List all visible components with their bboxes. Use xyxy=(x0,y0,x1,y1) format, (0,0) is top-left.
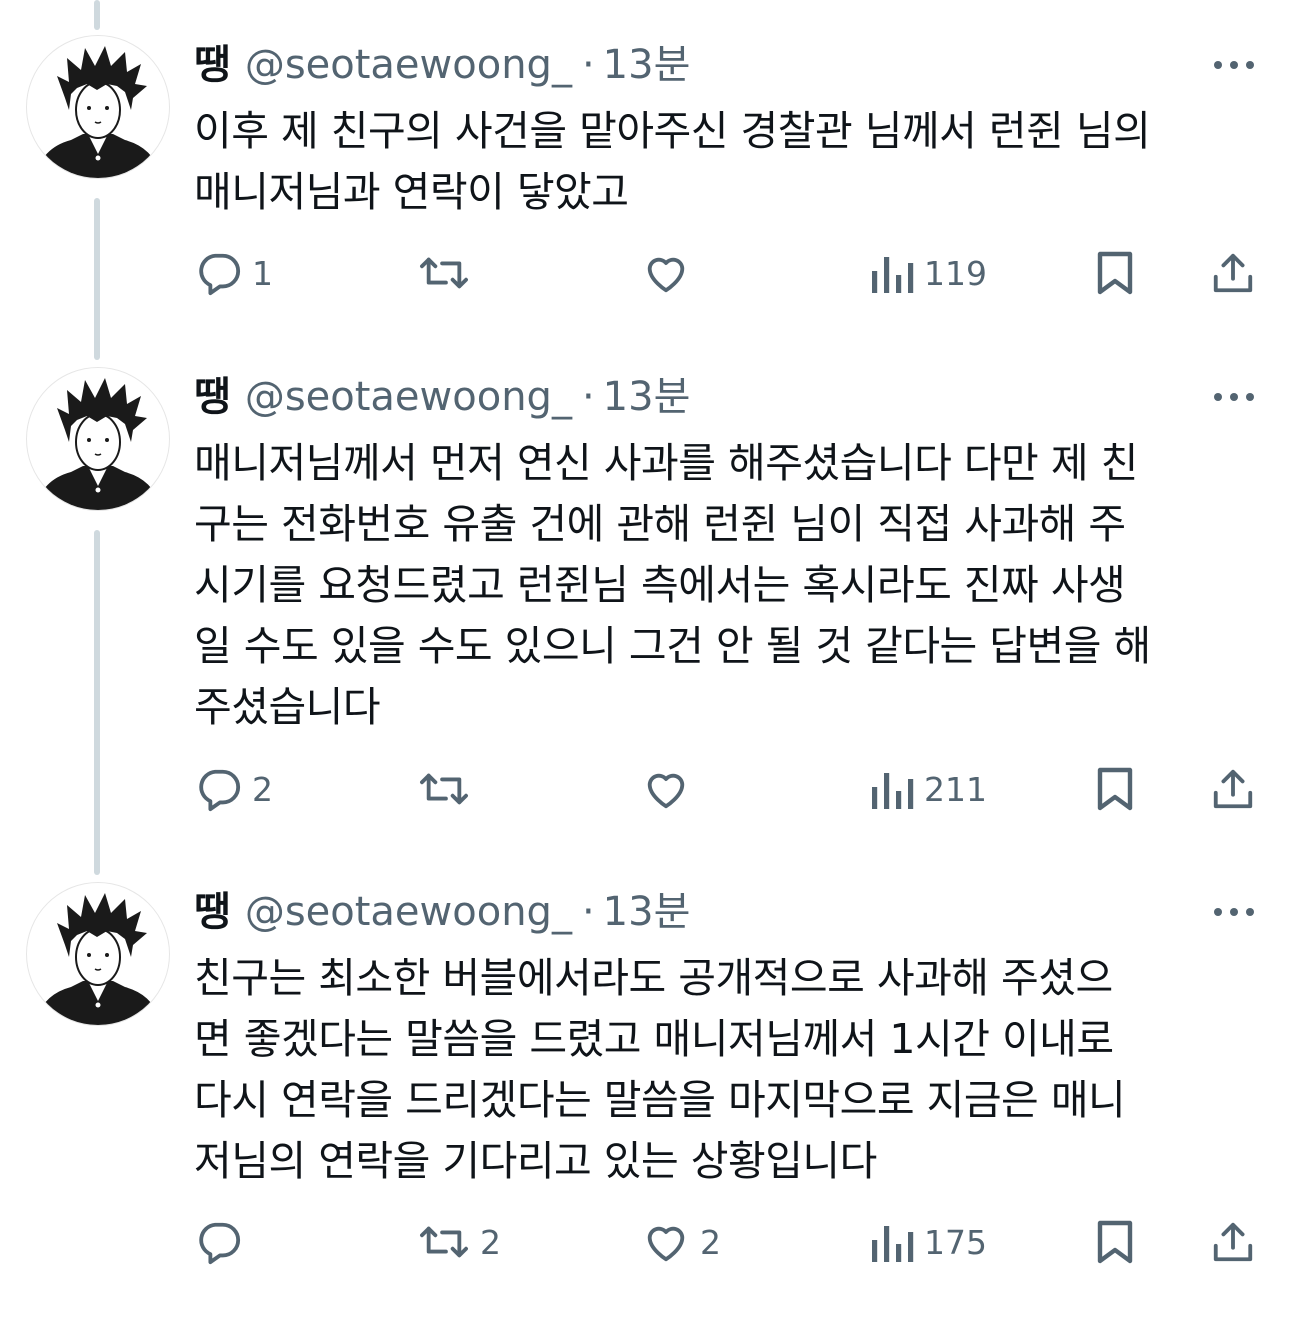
tweet[interactable]: 땡 @seotaewoong_ · 13분 이후 제 친구의 사건을 맡아주신 … xyxy=(0,35,1290,335)
heart-icon xyxy=(647,773,685,809)
view-count: 211 xyxy=(924,769,987,809)
user-handle[interactable]: @seotaewoong_ xyxy=(245,882,572,942)
reply-count: 2 xyxy=(252,769,273,809)
more-dots-icon[interactable] xyxy=(1212,53,1256,77)
bar-chart-icon xyxy=(872,773,914,809)
tweet-header: 땡 @seotaewoong_ · 13분 xyxy=(194,367,690,427)
action-bar: 2 2 175 xyxy=(0,1212,1290,1272)
like-count: 2 xyxy=(700,1222,721,1262)
user-handle[interactable]: @seotaewoong_ xyxy=(245,35,572,95)
share-button[interactable] xyxy=(1210,243,1256,303)
separator-dot: · xyxy=(581,374,595,420)
reply-button[interactable] xyxy=(196,1212,252,1272)
tweet-text: 친구는 최소한 버블에서라도 공개적으로 사과해 주셨으 면 좋겠다는 말씀을 … xyxy=(194,954,1126,1185)
view-count: 119 xyxy=(924,253,987,293)
user-handle[interactable]: @seotaewoong_ xyxy=(245,367,572,427)
reply-button[interactable]: 1 xyxy=(196,243,273,303)
avatar-illustration xyxy=(35,378,161,510)
avatar[interactable] xyxy=(26,35,170,179)
separator-dot: · xyxy=(581,889,595,935)
like-button[interactable]: 2 xyxy=(642,1212,721,1272)
retweet-arrows-icon xyxy=(420,257,468,289)
reply-button[interactable]: 2 xyxy=(196,759,273,819)
views-button[interactable]: 119 xyxy=(870,243,987,303)
tweet[interactable]: 땡 @seotaewoong_ · 13분 친구는 최소한 버블에서라도 공개적… xyxy=(0,882,1290,1292)
retweet-count: 2 xyxy=(480,1222,501,1262)
more-dots-icon[interactable] xyxy=(1212,900,1256,924)
avatar[interactable] xyxy=(26,367,170,511)
avatar-illustration xyxy=(35,893,161,1025)
heart-icon xyxy=(647,257,685,293)
share-button[interactable] xyxy=(1210,1212,1256,1272)
share-button[interactable] xyxy=(1210,759,1256,819)
display-name[interactable]: 땡 xyxy=(194,35,231,95)
like-button[interactable] xyxy=(642,243,700,303)
views-button[interactable]: 175 xyxy=(870,1212,987,1272)
bookmark-icon xyxy=(1097,1220,1133,1264)
speech-bubble-icon xyxy=(199,1222,240,1265)
more-dots-icon[interactable] xyxy=(1212,385,1256,409)
avatar-illustration xyxy=(35,46,161,178)
views-button[interactable]: 211 xyxy=(870,759,987,819)
bar-chart-icon xyxy=(872,257,914,293)
tweet-text: 이후 제 친구의 사건을 맡아주신 경찰관 님께서 런쥔 님의 매니저님과 연락… xyxy=(194,107,1151,216)
share-upload-icon xyxy=(1213,769,1253,809)
timestamp[interactable]: 13분 xyxy=(603,882,691,942)
bookmark-button[interactable] xyxy=(1096,759,1134,819)
retweet-button[interactable] xyxy=(418,759,480,819)
retweet-button[interactable]: 2 xyxy=(418,1212,501,1272)
tweet-text: 매니저님께서 먼저 연신 사과를 해주셨습니다 다만 제 친 구는 전화번호 유… xyxy=(194,439,1151,731)
tweet-header: 땡 @seotaewoong_ · 13분 xyxy=(194,882,690,942)
heart-icon xyxy=(647,1226,685,1262)
timestamp[interactable]: 13분 xyxy=(603,35,691,95)
action-bar: 1 119 xyxy=(0,243,1290,303)
action-bar: 2 211 xyxy=(0,759,1290,819)
bookmark-button[interactable] xyxy=(1096,243,1134,303)
retweet-arrows-icon xyxy=(420,773,468,805)
share-upload-icon xyxy=(1213,253,1253,293)
thread-line-top xyxy=(94,0,100,30)
retweet-button[interactable] xyxy=(418,243,480,303)
bar-chart-icon xyxy=(872,1226,914,1262)
speech-bubble-icon xyxy=(199,769,240,812)
speech-bubble-icon xyxy=(199,253,240,296)
display-name[interactable]: 땡 xyxy=(194,367,231,427)
display-name[interactable]: 땡 xyxy=(194,882,231,942)
reply-count: 1 xyxy=(252,253,273,293)
tweet[interactable]: 땡 @seotaewoong_ · 13분 매니저님께서 먼저 연신 사과를 해… xyxy=(0,367,1290,837)
tweet-header: 땡 @seotaewoong_ · 13분 xyxy=(194,35,690,95)
like-button[interactable] xyxy=(642,759,700,819)
retweet-arrows-icon xyxy=(420,1226,468,1258)
bookmark-icon xyxy=(1097,251,1133,295)
avatar[interactable] xyxy=(26,882,170,1026)
share-upload-icon xyxy=(1213,1222,1253,1262)
separator-dot: · xyxy=(581,42,595,88)
bookmark-icon xyxy=(1097,767,1133,811)
bookmark-button[interactable] xyxy=(1096,1212,1134,1272)
view-count: 175 xyxy=(924,1222,987,1262)
timestamp[interactable]: 13분 xyxy=(603,367,691,427)
